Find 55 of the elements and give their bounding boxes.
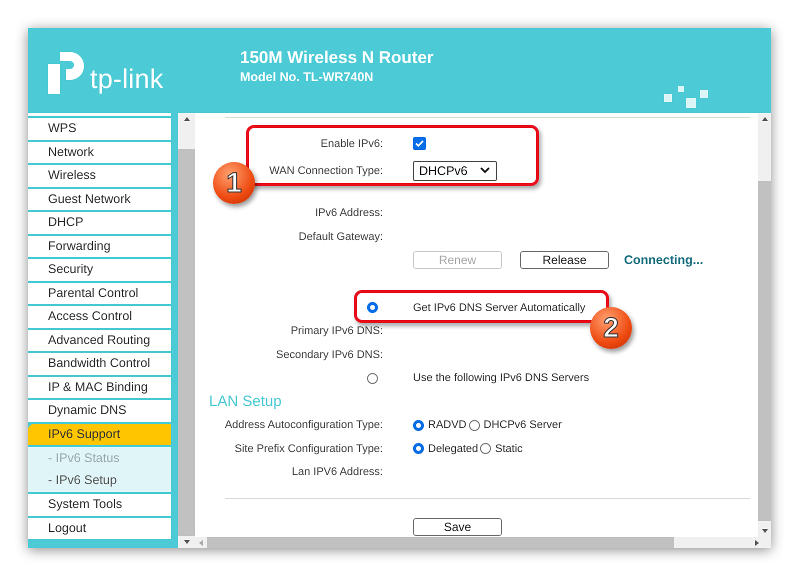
radio-button[interactable] <box>367 302 378 314</box>
sidebar-item[interactable]: Parental Control <box>28 282 171 304</box>
submenu-item[interactable]: - IPv6 Setup <box>28 470 171 491</box>
option-label: Delegated <box>428 442 478 455</box>
field-label: Address Autoconfiguration Type: <box>224 419 383 432</box>
field-label: Primary IPv6 DNS: <box>290 325 383 338</box>
field-label: WAN Connection Type: <box>269 164 383 176</box>
sidebar-item[interactable]: Access Control <box>28 306 171 328</box>
option-label: RADVD <box>428 419 467 432</box>
scrollbar[interactable] <box>172 113 195 548</box>
sidebar-item[interactable]: Bandwidth Control <box>28 353 171 374</box>
radio-button[interactable] <box>468 420 480 431</box>
option-label: DHCPv6 Server <box>484 419 562 432</box>
sidebar-item[interactable]: IP & MAC Binding <box>28 376 171 398</box>
field-label: Default Gateway: <box>298 230 383 243</box>
radio-button[interactable] <box>480 443 492 454</box>
sidebar-item[interactable]: Network <box>28 142 171 163</box>
scrollbar[interactable] <box>758 113 771 537</box>
radio-button[interactable] <box>413 420 424 431</box>
sidebar-item[interactable]: WPS <box>28 118 171 140</box>
sidebar-item[interactable]: System Tools <box>28 494 171 516</box>
step-number: 2 <box>590 307 632 349</box>
save-button[interactable]: Save <box>413 518 502 536</box>
sidebar-item[interactable]: DHCP <box>28 212 171 234</box>
radio-button[interactable] <box>367 372 378 384</box>
caret-icon <box>480 167 490 174</box>
option-label: Use the following IPv6 DNS Servers <box>413 372 590 384</box>
sidebar-item[interactable]: Dynamic DNS <box>28 400 171 422</box>
option-label: Static <box>495 442 523 455</box>
release-button[interactable]: Release <box>520 251 609 270</box>
sidebar-item[interactable]: Forwarding <box>28 236 171 257</box>
field-label: Enable IPv6: <box>320 138 383 150</box>
router-title: 150M Wireless N Router <box>240 48 434 68</box>
field-label: Lan IPV6 Address: <box>292 466 383 478</box>
model-number: Model No. TL-WR740N <box>240 69 374 86</box>
sidebar-item[interactable]: Guest Network <box>28 188 171 210</box>
field-label: Secondary IPv6 DNS: <box>276 348 383 361</box>
field-label: IPv6 Address: <box>315 207 383 220</box>
pixel-pattern-drawing <box>664 86 708 108</box>
section-heading: LAN Setup <box>209 393 282 410</box>
field-label: Site Prefix Configuration Type: <box>234 442 383 455</box>
sidebar-item[interactable]: Wireless <box>28 165 171 186</box>
scrollbar[interactable] <box>195 537 771 548</box>
logo-text: tp-link <box>90 64 164 94</box>
sidebar-item[interactable]: Logout <box>28 518 171 539</box>
sidebar-item[interactable]: IPv6 Support <box>28 424 171 445</box>
logo-icon <box>48 50 86 94</box>
sidebar-item[interactable]: Security <box>28 259 171 280</box>
option-label: Get IPv6 DNS Server Automatically <box>413 302 586 314</box>
checkbox[interactable] <box>413 137 426 150</box>
dropdown[interactable]: DHCPv6 <box>413 160 497 180</box>
radio-button[interactable] <box>413 443 424 454</box>
connection-status: Connecting... <box>624 253 704 268</box>
step-number: 1 <box>213 162 255 204</box>
sidebar-item[interactable]: Advanced Routing <box>28 330 171 351</box>
